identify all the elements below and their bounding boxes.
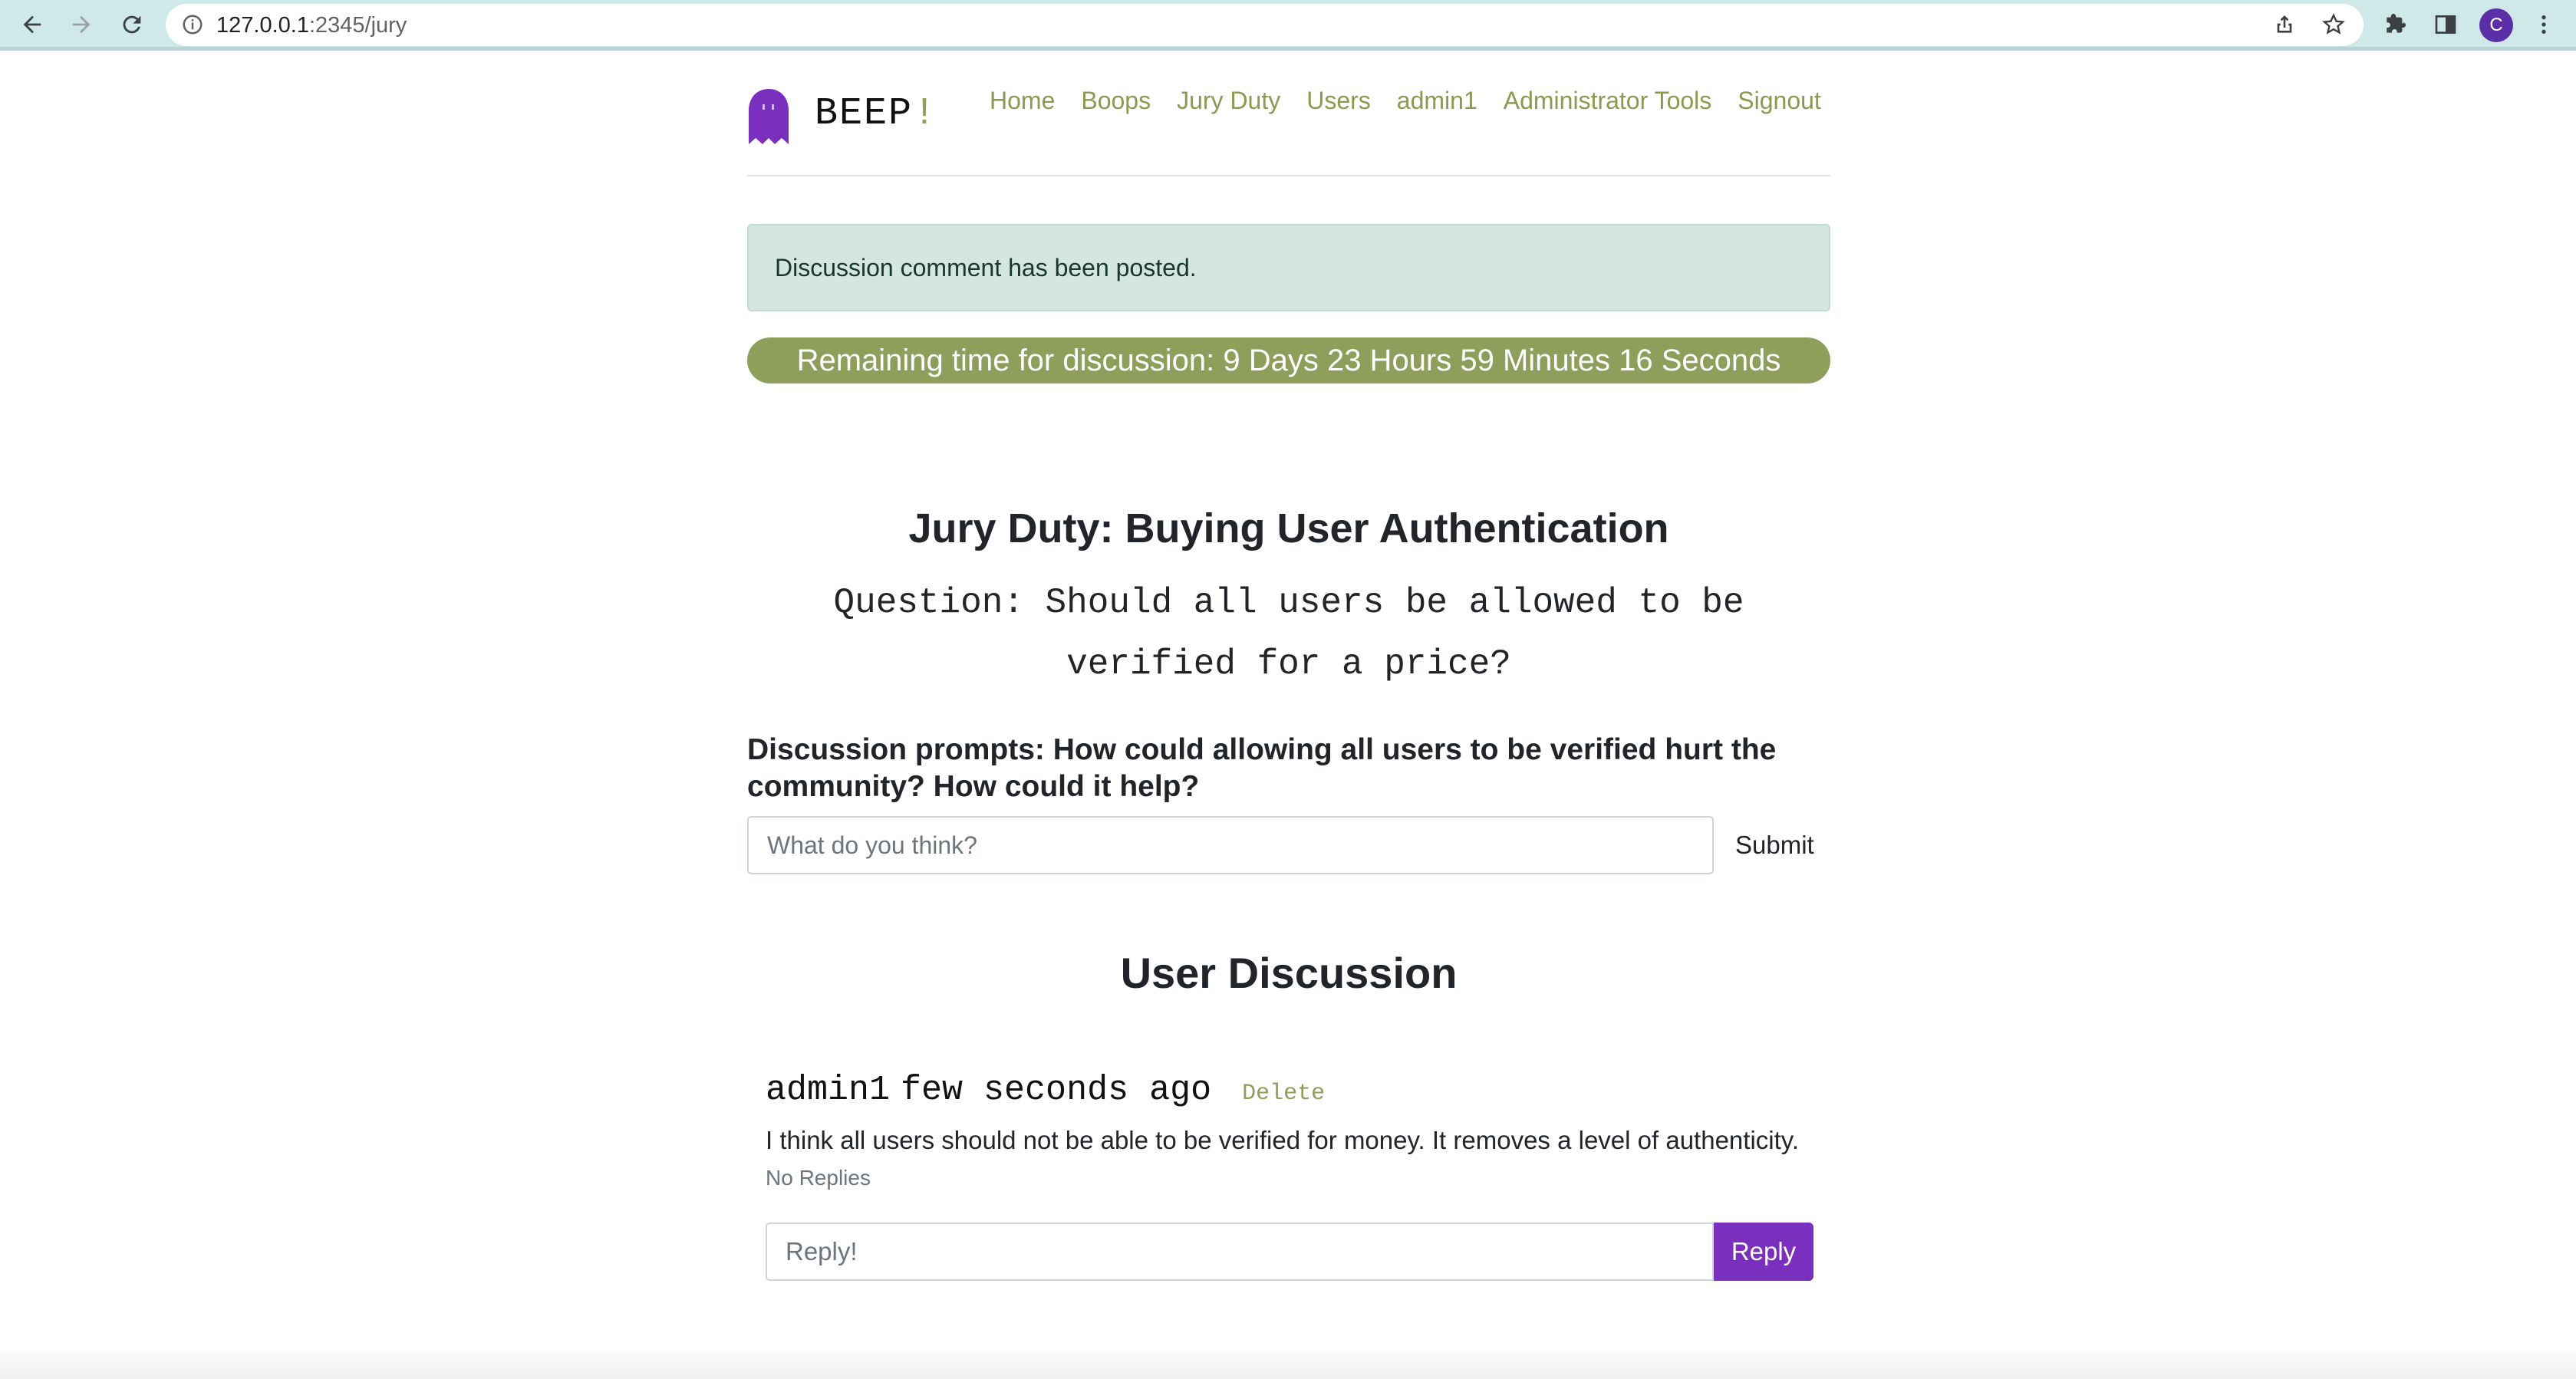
nav-signout[interactable]: Signout: [1738, 87, 1821, 115]
back-icon[interactable]: [15, 8, 49, 41]
profile-avatar[interactable]: C: [2479, 8, 2513, 42]
extensions-icon[interactable]: [2378, 8, 2412, 41]
discussion-title: User Discussion: [1120, 949, 1458, 997]
bookmark-star-icon[interactable]: [2317, 8, 2350, 41]
window-bottom-edge: [0, 1346, 2576, 1379]
side-panel-icon[interactable]: [2429, 8, 2462, 41]
delete-comment-link[interactable]: Delete: [1242, 1081, 1325, 1107]
nav-administrator-tools[interactable]: Administrator Tools: [1504, 87, 1712, 115]
discussion-prompts: Discussion prompts: How could allowing a…: [747, 733, 1777, 803]
comment-author[interactable]: admin1: [766, 1071, 890, 1110]
timer-text: Remaining time for discussion: 9 Days 23…: [796, 343, 1781, 377]
site-info-icon[interactable]: [181, 13, 204, 36]
reply-button[interactable]: Reply: [1714, 1223, 1813, 1281]
share-icon[interactable]: [2268, 8, 2301, 41]
submit-button[interactable]: Submit: [1731, 816, 1819, 874]
discussion-timer-bar: Remaining time for discussion: 9 Days 23…: [747, 337, 1830, 383]
nav-boops[interactable]: Boops: [1081, 87, 1151, 115]
nav-jury-duty[interactable]: Jury Duty: [1177, 87, 1280, 115]
nav-users[interactable]: Users: [1306, 87, 1371, 115]
comment-time: few seconds ago: [901, 1071, 1212, 1110]
reply-input[interactable]: [766, 1223, 1714, 1281]
nav-profile[interactable]: admin1: [1397, 87, 1477, 115]
nav-home[interactable]: Home: [990, 87, 1055, 115]
jury-title: Jury Duty: Buying User Authentication: [908, 505, 1669, 551]
browser-toolbar: 127.0.0.1:2345/jury C: [0, 0, 2576, 51]
forward-icon[interactable]: [64, 8, 98, 41]
address-bar[interactable]: 127.0.0.1:2345/jury: [166, 4, 2364, 46]
alert-message: Discussion comment has been posted.: [775, 253, 1197, 281]
ghost-logo-icon[interactable]: [747, 87, 790, 146]
success-alert: Discussion comment has been posted.: [747, 224, 1830, 311]
replies-status: No Replies: [766, 1166, 871, 1190]
main-nav: Home Boops Jury Duty Users admin1 Admini…: [990, 87, 1847, 115]
jury-question: Question: Should all users be allowed to…: [833, 583, 1744, 684]
site-brand[interactable]: BEEP!: [815, 92, 937, 136]
reload-icon[interactable]: [115, 8, 149, 41]
comment-header: admin1 few seconds ago Delete: [766, 1071, 1325, 1110]
comment-input[interactable]: [747, 816, 1714, 874]
more-menu-icon[interactable]: [2527, 8, 2561, 41]
url-text: 127.0.0.1:2345/jury: [216, 13, 407, 38]
comment-text: I think all users should not be able to …: [766, 1126, 1799, 1154]
